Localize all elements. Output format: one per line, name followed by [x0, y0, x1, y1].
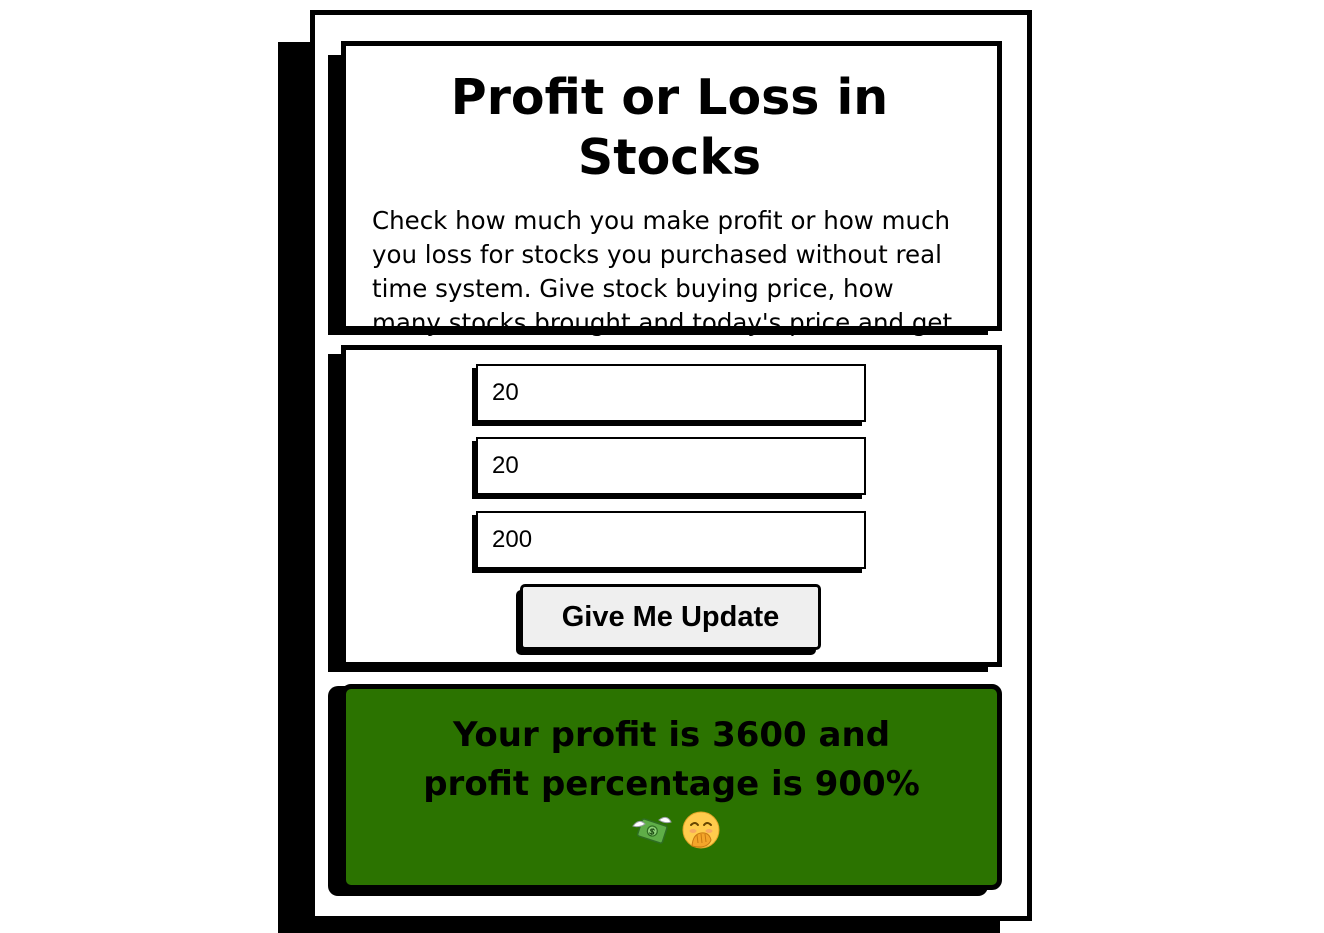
- result-message-wrapper: Your profit is 3600 and profit percentag…: [406, 711, 937, 864]
- page-title: Profit or Loss in Stocks: [450, 69, 889, 186]
- result-message: Your profit is 3600 and profit percentag…: [423, 714, 920, 804]
- intro-panel: Profit or Loss in Stocks Check how much …: [341, 41, 1002, 371]
- current-price-input[interactable]: [476, 511, 866, 569]
- hand-over-mouth-face-icon: [681, 810, 721, 864]
- result-panel: Your profit is 3600 and profit percentag…: [341, 684, 1002, 890]
- give-update-button[interactable]: Give Me Update: [520, 584, 821, 650]
- stock-quantity-input[interactable]: [476, 437, 866, 495]
- buying-price-input[interactable]: [476, 364, 866, 422]
- money-with-wings-icon: $: [631, 814, 673, 864]
